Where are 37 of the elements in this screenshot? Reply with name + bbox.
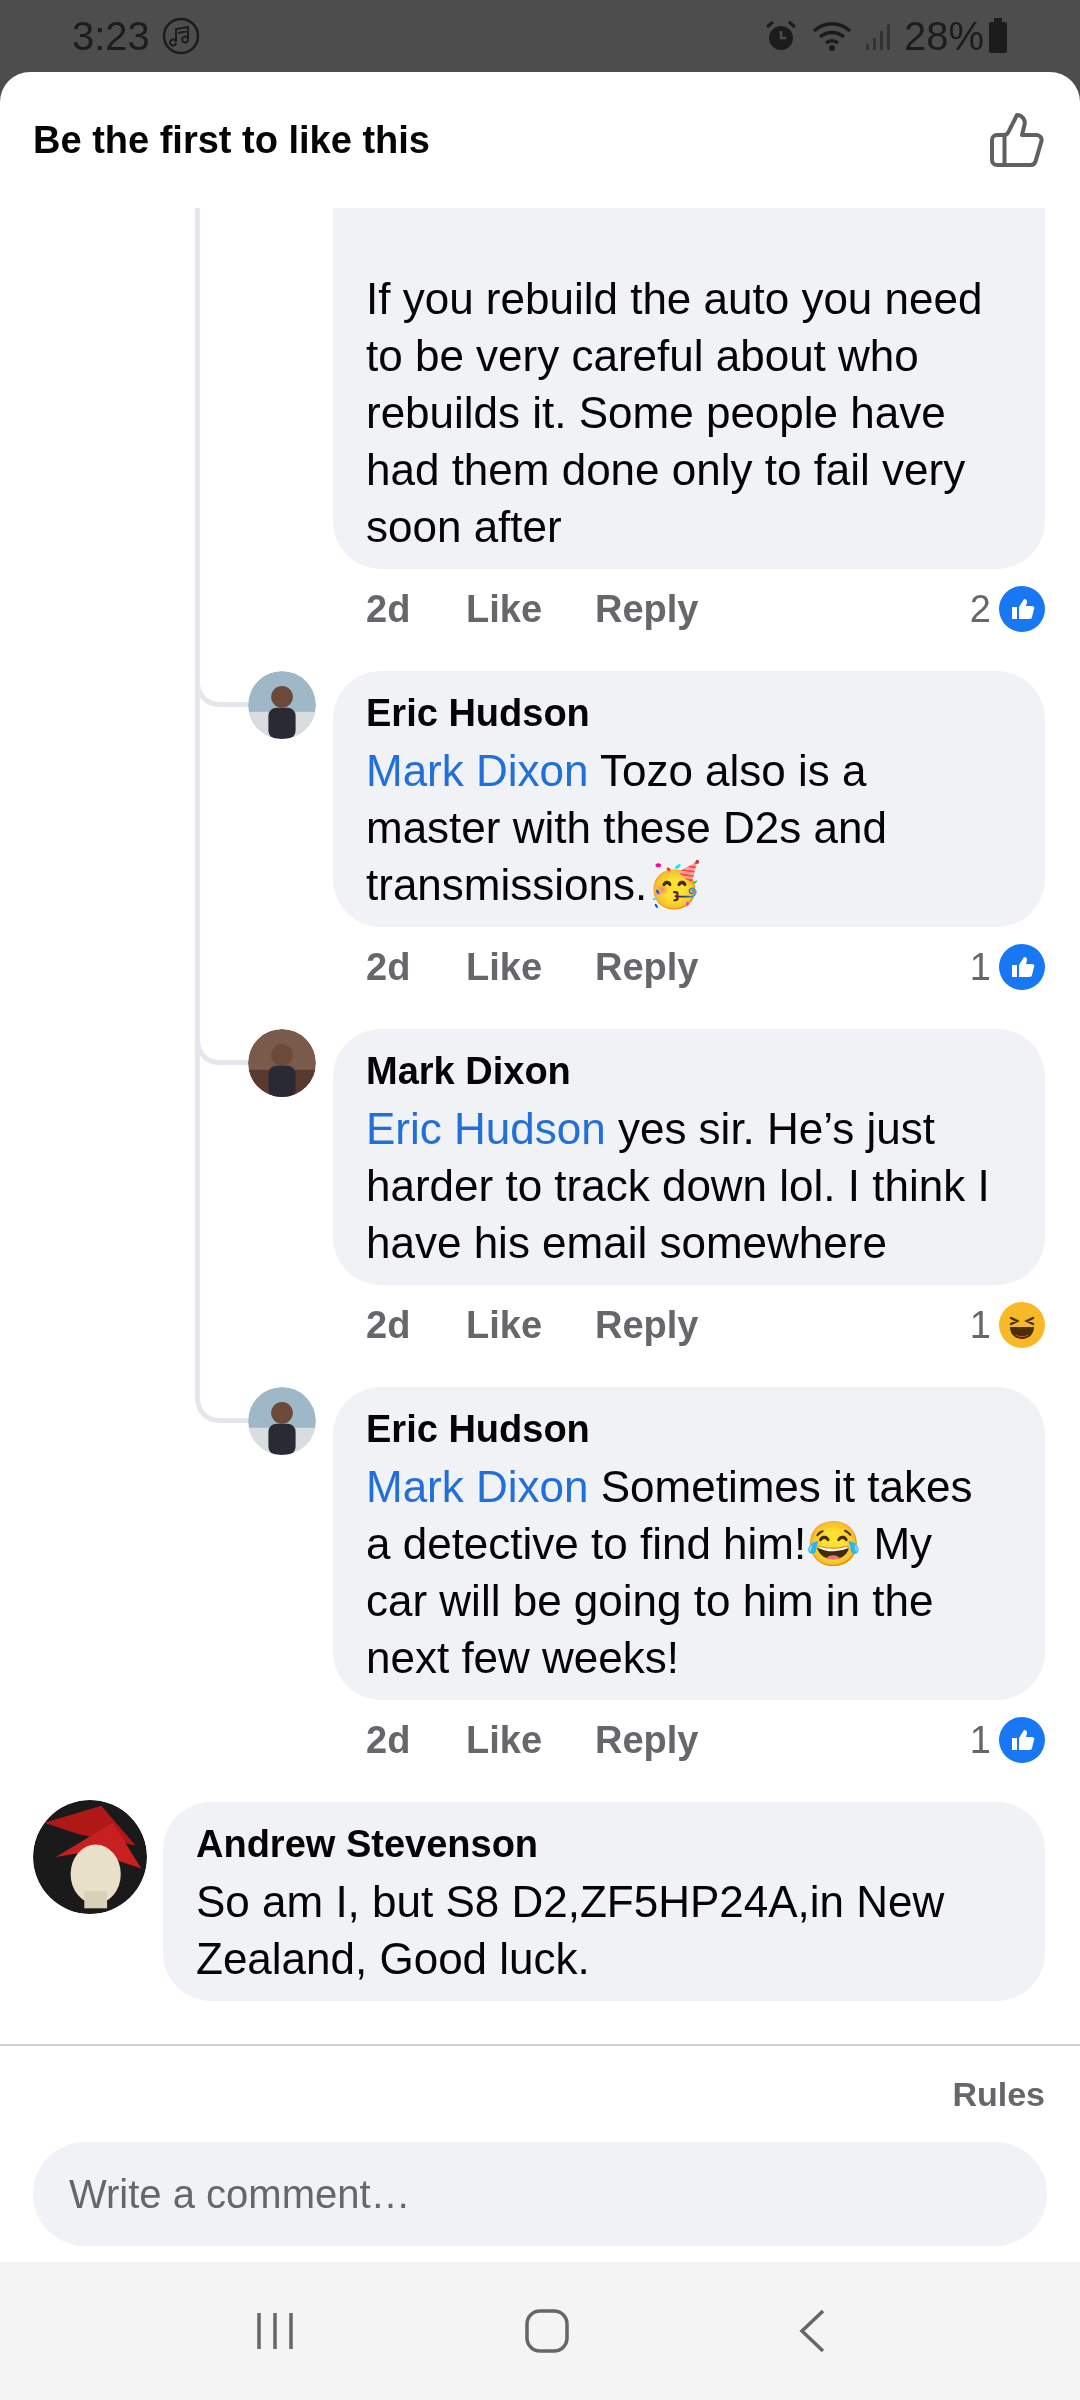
mention-link[interactable]: Eric Hudson [366,1104,606,1153]
comment-time: 2d [366,1717,412,1763]
like-link[interactable]: Like [466,1296,595,1354]
comment-time: 2d [366,944,412,990]
reply-link[interactable]: Reply [595,580,699,638]
comment-text: Mark Dixon Sometimes it takes a detective to find him!😂 My car will be going to him in the next few weeks! [366,1461,974,1684]
like-icon[interactable] [987,110,1047,170]
comment-author: Eric Hudson [366,1407,591,1452]
mention-link[interactable]: Mark Dixon [366,1462,589,1511]
comment-author: Eric Hudson [366,691,591,736]
comment-time: 2d [366,586,412,632]
comment-author: Andrew Stevenson [196,1822,540,1867]
comment-time: 2d [366,1302,412,1348]
home-icon[interactable] [524,2308,570,2354]
like-link[interactable]: Like [466,580,595,638]
comment-text: If you rebuild the auto you need to be very careful about who rebuilds it. Some people have had them done only to fail very soon after [366,273,984,553]
battery-icon [988,18,1008,54]
wifi-icon [811,20,852,52]
likes-title: Be the first to like this [33,117,430,163]
like-link[interactable]: Like [466,1711,595,1769]
reaction-count: 1 [969,944,991,990]
reply-link[interactable]: Reply [595,1711,699,1769]
rules-link[interactable]: Rules [952,2068,1045,2120]
reaction-count: 1 [969,1302,991,1348]
comment-text: So am I, but S8 D2,ZF5HP24A,in New Zealand, Good luck. [196,1876,946,1985]
comment-text: Eric Hudson yes sir. He’s just harder to track down lol. I think I have his email somewhere [366,1103,991,1269]
reply-link[interactable]: Reply [595,938,699,996]
comment-input[interactable]: Write a comment… [33,2142,1047,2246]
mention-link[interactable]: Mark Dixon [366,746,589,795]
music-note-icon [161,17,200,55]
comment-text: Mark Dixon Tozo also is a master with these D2s and transmissions.🥳 [366,745,888,912]
reaction-count: 2 [969,586,991,632]
like-link[interactable]: Like [466,938,595,996]
reaction-count: 1 [969,1717,991,1763]
alarm-icon [763,19,798,53]
reply-link[interactable]: Reply [595,1296,699,1354]
comment-author: Mark Dixon [366,1049,572,1094]
